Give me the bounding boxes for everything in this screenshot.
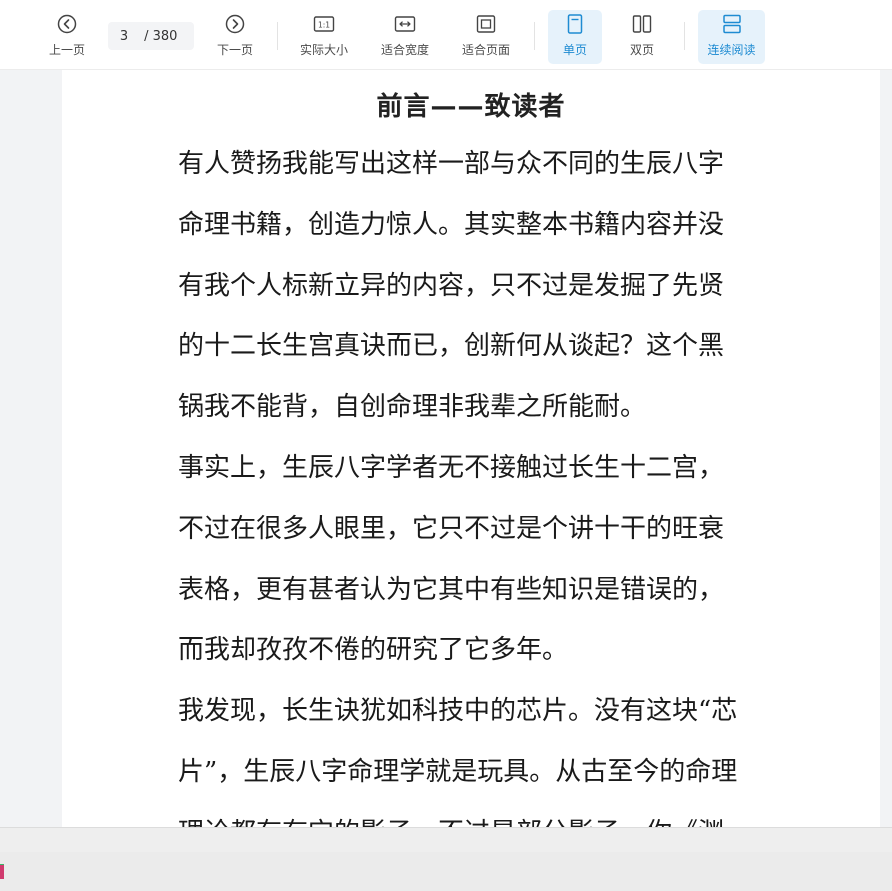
actual-size-label: 实际大小 bbox=[299, 43, 348, 57]
fit-page-button[interactable]: 适合页面 bbox=[456, 10, 516, 64]
continuous-reading-button[interactable]: 连续阅读 bbox=[698, 10, 765, 64]
double-page-label: 双页 bbox=[629, 43, 654, 57]
svg-text:1:1: 1:1 bbox=[318, 21, 330, 30]
single-page-button[interactable]: 单页 bbox=[548, 10, 602, 64]
double-page-icon bbox=[629, 11, 655, 37]
document-page: 前言——致读者 有人赞扬我能写出这样一部与众不同的生辰八字 命理书籍，创造力惊人… bbox=[62, 70, 880, 827]
text-line: 有人赞扬我能写出这样一部与众不同的生辰八字 bbox=[178, 149, 725, 179]
continuous-reading-label: 连续阅读 bbox=[707, 43, 756, 57]
toolbar-divider bbox=[534, 22, 535, 50]
single-page-label: 单页 bbox=[562, 43, 587, 57]
text-line: 我发现，长生诀犹如科技中的芯片。没有这块“芯 bbox=[178, 696, 738, 727]
next-page-button[interactable]: 下一页 bbox=[212, 10, 258, 64]
fit-page-label: 适合页面 bbox=[461, 43, 510, 57]
text-line: 表格，更有甚者认为它其中有些知识是错误的， bbox=[178, 574, 725, 605]
bottom-status-bar bbox=[0, 827, 892, 891]
actual-size-button[interactable]: 1:1 实际大小 bbox=[294, 10, 354, 64]
toolbar-divider bbox=[277, 22, 278, 50]
next-page-label: 下一页 bbox=[216, 43, 253, 57]
text-line: 命理书籍，创造力惊人。其实整本书籍内容并没 bbox=[178, 209, 725, 240]
total-pages: / 380 bbox=[140, 28, 178, 44]
reader-toolbar: 上一页 3 / 380 下一页 1:1 实际大小 适合宽度 适合页面 单页 双页… bbox=[0, 0, 892, 70]
actual-size-icon: 1:1 bbox=[311, 11, 337, 37]
fit-page-icon bbox=[473, 11, 499, 37]
text-line: 锅我不能背，自创命理非我辈之所能耐。 bbox=[178, 392, 647, 423]
continuous-reading-icon bbox=[719, 11, 745, 37]
page-title: 前言——致读者 bbox=[376, 92, 566, 122]
text-line: 不过在很多人眼里，它只不过是个讲十干的旺衰 bbox=[178, 513, 725, 544]
fit-width-icon bbox=[392, 11, 418, 37]
double-page-button[interactable]: 双页 bbox=[615, 10, 669, 64]
fit-width-button[interactable]: 适合宽度 bbox=[375, 10, 435, 64]
text-line: 有我个人标新立异的内容，只不过是发掘了先贤 bbox=[178, 270, 725, 301]
chevron-right-circle-icon bbox=[222, 11, 248, 37]
toolbar-divider bbox=[684, 22, 685, 50]
single-page-icon bbox=[562, 11, 588, 37]
app-icon-fragment bbox=[0, 865, 4, 879]
text-line: 片”，生辰八字命理学就是玩具。从古至今的命理 bbox=[178, 756, 738, 787]
text-line: 的十二长生宫真诀而已，创新何从谈起？这个黑 bbox=[178, 331, 725, 362]
page-number-input[interactable]: 3 / 380 bbox=[108, 22, 194, 50]
prev-page-label: 上一页 bbox=[48, 43, 85, 57]
current-page[interactable]: 3 bbox=[108, 29, 140, 44]
document-body: 有人赞扬我能写出这样一部与众不同的生辰八字 命理书籍，创造力惊人。其实整本书籍内… bbox=[178, 142, 778, 827]
taskbar-strip bbox=[0, 852, 892, 891]
prev-page-button[interactable]: 上一页 bbox=[44, 10, 90, 64]
text-line: 理论都有有它的影子，不过是部分影子，你《渊 bbox=[178, 811, 778, 827]
chevron-left-circle-icon bbox=[54, 11, 80, 37]
fit-width-label: 适合宽度 bbox=[380, 43, 429, 57]
text-line: 而我却孜孜不倦的研究了它多年。 bbox=[178, 635, 569, 666]
text-line: 事实上，生辰八字学者无不接触过长生十二宫， bbox=[178, 452, 725, 483]
